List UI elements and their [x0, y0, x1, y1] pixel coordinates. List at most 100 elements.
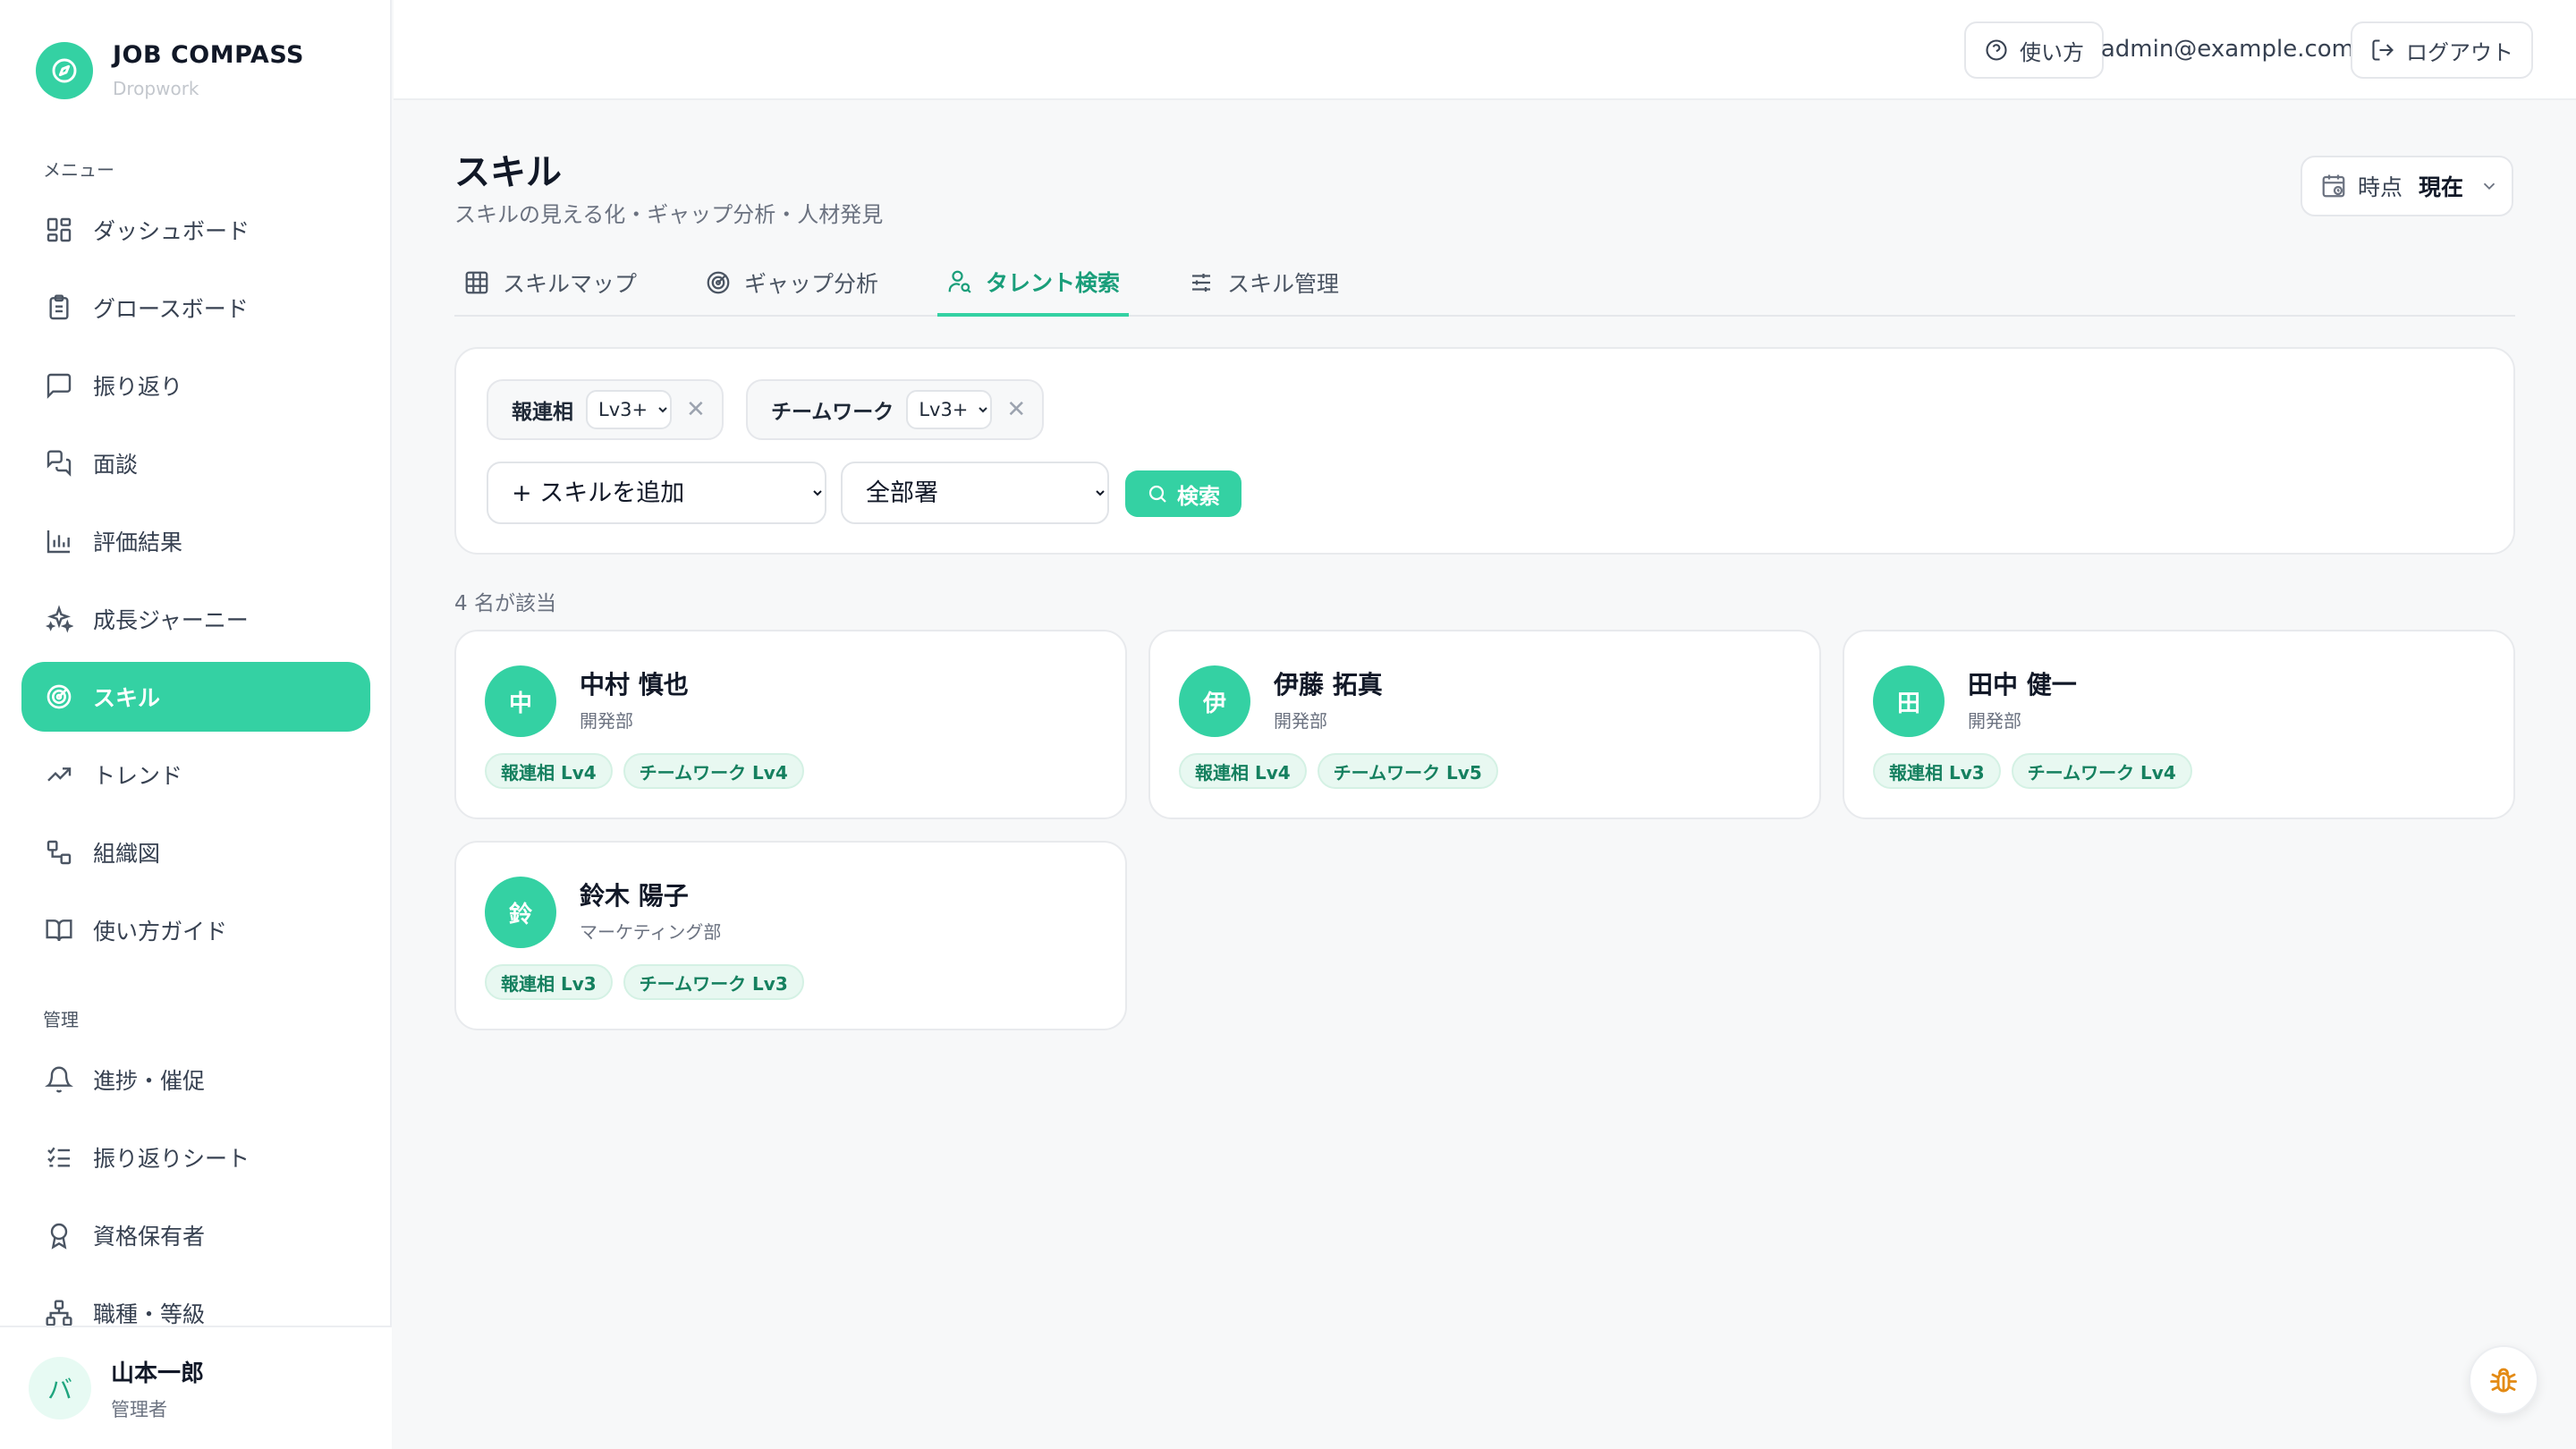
compass-icon: [36, 41, 93, 99]
tab-label: スキル管理: [1227, 270, 1340, 297]
skill-tag: 報連相 Lv3: [485, 964, 613, 1000]
avatar: 伊: [1179, 665, 1250, 737]
messages-icon: [43, 447, 75, 479]
tab-skill-management[interactable]: スキル管理: [1179, 250, 1348, 317]
skill-tag: 報連相 Lv4: [485, 753, 613, 789]
sidebar-item-label: 資格保有者: [93, 1224, 206, 1250]
sidebar-item-interview[interactable]: 面談: [21, 428, 370, 498]
talent-search-filters: 報連相 Lv3+ ✕ チームワーク Lv3+ ✕ + スキルを追加 全部署 検索: [454, 347, 2515, 555]
trending-up-icon: [43, 758, 75, 791]
skill-tag: チームワーク Lv3: [623, 964, 804, 1000]
sidebar-item-label: 進捗・催促: [93, 1068, 206, 1094]
dashboard-icon: [43, 214, 75, 246]
sidebar-item-certifications[interactable]: 資格保有者: [21, 1200, 370, 1270]
bell-icon: [43, 1063, 75, 1096]
admin-section-label: 管理: [43, 1009, 79, 1030]
sidebar-item-label: トレンド: [93, 763, 183, 789]
sparkles-icon: [43, 603, 75, 635]
level-select[interactable]: Lv3+: [906, 390, 993, 429]
chip-skill-name: 報連相: [512, 401, 573, 424]
avatar: 鈴: [485, 877, 556, 948]
talent-card[interactable]: 伊 伊藤 拓真 開発部 報連相 Lv4 チームワーク Lv5: [1148, 630, 1821, 819]
grid-icon: [463, 269, 490, 296]
sidebar-item-label: 振り返りシート: [93, 1146, 250, 1172]
person-name: 鈴木 陽子: [580, 881, 689, 911]
time-label: 時点: [2358, 174, 2403, 200]
time-value: 現在: [2419, 174, 2464, 200]
time-point-selector[interactable]: 時点 現在: [2301, 156, 2513, 216]
skill-tag: チームワーク Lv4: [623, 753, 804, 789]
talent-card[interactable]: 田 田中 健一 開発部 報連相 Lv3 チームワーク Lv4: [1843, 630, 2515, 819]
level-select[interactable]: Lv3+: [586, 390, 672, 429]
person-department: 開発部: [1274, 710, 1327, 732]
tab-talent-search[interactable]: タレント検索: [937, 250, 1130, 317]
brand-subtitle: Dropwork: [113, 78, 199, 99]
sidebar-item-label: ダッシュボード: [93, 218, 250, 244]
add-skill-select[interactable]: + スキルを追加: [487, 462, 826, 524]
sidebar-item-label: 面談: [93, 452, 139, 478]
bug-report-button[interactable]: [2469, 1345, 2538, 1415]
sidebar-item-label: グロースボード: [93, 296, 249, 322]
search-button-label: 検索: [1177, 483, 1220, 509]
sidebar-item-evaluation[interactable]: 評価結果: [21, 506, 370, 576]
logout-button[interactable]: ログアウト: [2351, 21, 2533, 79]
user-profile[interactable]: バ 山本一郎 管理者: [0, 1326, 392, 1449]
org-chart-icon: [43, 836, 75, 869]
talent-card[interactable]: 鈴 鈴木 陽子 マーケティング部 報連相 Lv3 チームワーク Lv3: [454, 841, 1127, 1030]
help-button[interactable]: 使い方: [1964, 21, 2104, 79]
user-role: 管理者: [111, 1398, 167, 1420]
close-icon[interactable]: ✕: [686, 396, 706, 423]
bug-icon: [2487, 1364, 2520, 1396]
sidebar-item-guide[interactable]: 使い方ガイド: [21, 895, 370, 965]
search-button[interactable]: 検索: [1125, 470, 1241, 517]
skill-tag: 報連相 Lv4: [1179, 753, 1307, 789]
talent-card[interactable]: 中 中村 慎也 開発部 報連相 Lv4 チームワーク Lv4: [454, 630, 1127, 819]
sidebar-item-skill[interactable]: スキル: [21, 662, 370, 732]
user-name: 山本一郎: [111, 1360, 205, 1387]
sidebar-item-growth-board[interactable]: グロースボード: [21, 273, 370, 343]
sidebar-item-progress[interactable]: 進捗・催促: [21, 1045, 370, 1114]
brand[interactable]: JOB COMPASS Dropwork: [36, 41, 304, 99]
tab-label: ギャップ分析: [744, 270, 879, 297]
person-name: 伊藤 拓真: [1274, 670, 1383, 699]
sidebar-item-reflection-sheet[interactable]: 振り返りシート: [21, 1123, 370, 1192]
sidebar-item-dashboard[interactable]: ダッシュボード: [21, 195, 370, 265]
page-subtitle: スキルの見える化・ギャップ分析・人材発見: [454, 202, 884, 227]
message-square-icon: [43, 369, 75, 402]
admin-nav: 進捗・催促 振り返りシート 資格保有者 職種・等級: [21, 1045, 370, 1356]
close-icon[interactable]: ✕: [1006, 396, 1026, 423]
tab-skill-map[interactable]: スキルマップ: [454, 250, 646, 317]
skill-filter-chip: チームワーク Lv3+ ✕: [746, 379, 1045, 440]
sidebar-item-label: スキル: [93, 685, 161, 711]
book-icon: [43, 914, 75, 946]
tab-label: スキルマップ: [503, 270, 638, 297]
tab-gap-analysis[interactable]: ギャップ分析: [696, 250, 887, 317]
person-department: 開発部: [1968, 710, 2021, 732]
person-department: マーケティング部: [580, 921, 722, 943]
result-count: 4 名が該当: [454, 592, 556, 615]
avatar: 田: [1873, 665, 1945, 737]
target-icon: [43, 681, 75, 713]
hierarchy-icon: [43, 1297, 75, 1329]
skill-tag: 報連相 Lv3: [1873, 753, 2001, 789]
page-title: スキル: [454, 152, 562, 193]
help-label: 使い方: [2020, 39, 2084, 65]
sidebar-item-label: 振り返り: [93, 374, 183, 400]
skill-tag: チームワーク Lv5: [1317, 753, 1498, 789]
sidebar-item-growth-journey[interactable]: 成長ジャーニー: [21, 584, 370, 654]
sidebar-item-label: 職種・等級: [93, 1301, 206, 1327]
logout-icon: [2370, 38, 2395, 63]
help-circle-icon: [1984, 38, 2009, 63]
sidebar-item-org-chart[interactable]: 組織図: [21, 818, 370, 887]
sidebar-item-trend[interactable]: トレンド: [21, 740, 370, 809]
person-department: 開発部: [580, 710, 633, 732]
sidebar-item-label: 組織図: [93, 841, 161, 867]
department-select[interactable]: 全部署: [841, 462, 1109, 524]
sliders-icon: [1188, 269, 1215, 296]
person-name: 田中 健一: [1968, 670, 2077, 699]
sidebar: JOB COMPASS Dropwork メニュー ダッシュボード グロースボー…: [0, 0, 392, 1449]
tab-label: タレント検索: [986, 270, 1121, 296]
avatar: 中: [485, 665, 556, 737]
sidebar-item-reflection[interactable]: 振り返り: [21, 351, 370, 420]
list-checks-icon: [43, 1141, 75, 1174]
